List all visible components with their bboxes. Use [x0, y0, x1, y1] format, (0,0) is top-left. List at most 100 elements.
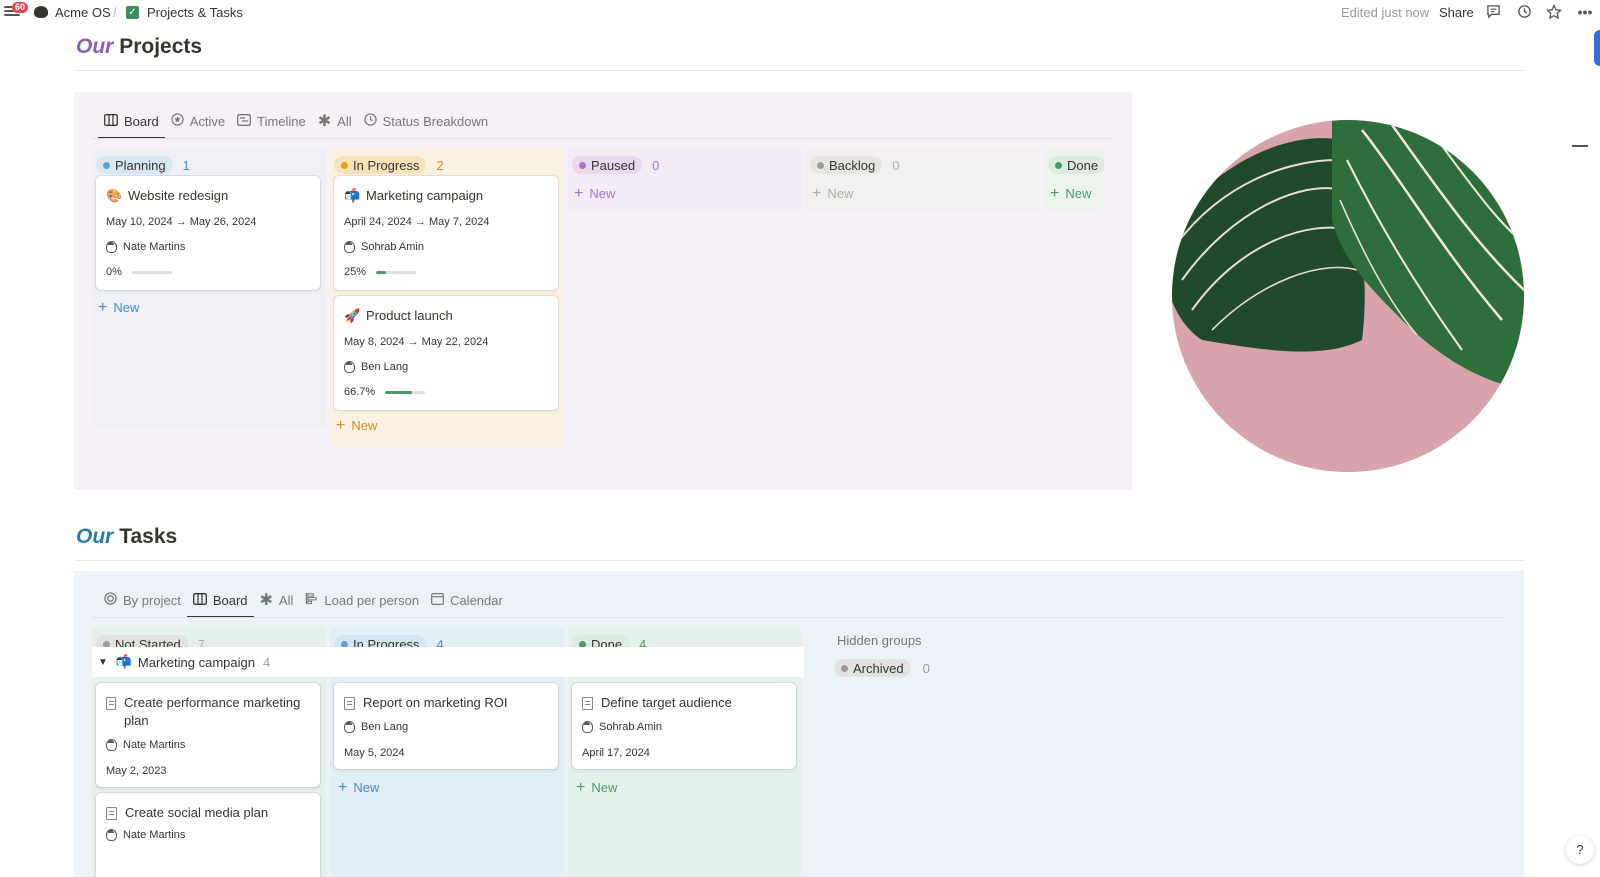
new-project-button[interactable]: + New [336, 417, 378, 434]
task-card[interactable]: Create social media plan Nate Martins [96, 793, 320, 877]
card-title: Website redesign [128, 188, 229, 203]
avatar-icon [344, 241, 355, 253]
status-pill-in-progress[interactable]: In Progress [334, 156, 427, 174]
column-count: 0 [892, 157, 900, 173]
comment-icon[interactable] [1485, 4, 1501, 20]
new-label: New [113, 300, 140, 315]
more-icon[interactable]: ••• [1577, 4, 1593, 20]
toggle-caret-icon[interactable]: ▼ [98, 657, 108, 668]
share-button[interactable]: Share [1439, 5, 1474, 20]
projects-board: Board Active Timeline ✱ All Status Break… [74, 92, 1132, 490]
tab-load-per-person[interactable]: Load per person [299, 585, 425, 615]
tab-status-breakdown[interactable]: Status Breakdown [358, 106, 495, 136]
target-icon [104, 592, 117, 608]
side-panel-tab[interactable] [1594, 30, 1600, 66]
plus-icon: + [812, 185, 822, 202]
new-project-button[interactable]: + New [1050, 185, 1091, 202]
card-title: Marketing campaign [366, 188, 484, 203]
status-pill-paused[interactable]: Paused [572, 156, 643, 174]
status-label: In Progress [353, 157, 420, 173]
card-owner: Ben Lang [361, 361, 409, 373]
progress-bar [385, 390, 426, 394]
card-title: Define target audience [601, 695, 732, 710]
tab-label: Status Breakdown [382, 113, 489, 129]
tasks-view-tabs: By project Board ✱ All Load per person C… [98, 585, 509, 618]
status-pill-done[interactable]: Done [1048, 156, 1104, 174]
status-pill-backlog[interactable]: Backlog [810, 156, 883, 174]
card-title: Report on marketing ROI [363, 695, 508, 710]
avatar-icon [344, 721, 355, 733]
notification-badge: 60 [12, 2, 29, 13]
tasks-board: By project Board ✱ All Load per person C… [74, 571, 1524, 877]
tab-by-project[interactable]: By project [98, 585, 187, 615]
project-card-website-redesign[interactable]: 🎨 Website redesign May 10, 2024 → May 26,… [96, 176, 320, 290]
breadcrumb-page[interactable]: Projects & Tasks [147, 5, 243, 20]
board-icon [104, 113, 118, 129]
tab-all[interactable]: ✱ All [312, 106, 358, 136]
plus-icon: + [1050, 185, 1060, 202]
tab-calendar[interactable]: Calendar [425, 585, 509, 615]
page-icon [344, 697, 355, 710]
tasks-heading: Our Tasks [76, 525, 177, 549]
tab-all[interactable]: ✱ All [254, 585, 300, 615]
avatar-icon [582, 721, 593, 733]
avatar-icon [106, 829, 117, 841]
tasks-heading-text: Tasks [119, 525, 178, 548]
tab-label: By project [123, 592, 181, 608]
project-card-product-launch[interactable]: 🚀 Product launch May 8, 2024 → May 22, 20… [334, 296, 558, 410]
column-count: 0 [922, 660, 930, 676]
page-icon [106, 807, 117, 820]
status-label: Backlog [829, 157, 876, 173]
edited-status: Edited just now [1341, 5, 1430, 20]
card-owner: Nate Martins [123, 829, 186, 841]
card-owner: Nate Martins [123, 241, 186, 253]
new-task-button[interactable]: + New [576, 779, 617, 796]
tab-active[interactable]: Active [165, 106, 231, 136]
help-icon[interactable]: ? [1566, 836, 1594, 864]
progress-label: 0% [106, 266, 122, 278]
task-card[interactable]: Create performance marketing plan Nate M… [96, 683, 320, 787]
outline-marker[interactable] [1572, 145, 1588, 147]
plus-icon: + [576, 779, 586, 796]
column-count: 1 [182, 157, 190, 173]
status-label: Planning [115, 157, 166, 173]
breadcrumb-workspace[interactable]: Acme OS [55, 5, 111, 20]
status-pill-archived[interactable]: Archived [834, 659, 911, 677]
new-project-button[interactable]: + New [812, 185, 853, 202]
tab-label: Calendar [450, 592, 503, 608]
clock-icon [363, 113, 377, 129]
tab-label: All [278, 592, 294, 608]
star-icon[interactable] [1545, 3, 1563, 20]
divider [76, 70, 1524, 71]
new-label: New [351, 418, 378, 433]
status-label: Done [1067, 157, 1099, 173]
page-icon [582, 697, 593, 710]
breadcrumb-separator: / [113, 5, 117, 20]
rocket-icon: 🚀 [344, 308, 361, 323]
card-date: May 5, 2024 [344, 747, 405, 759]
new-task-button[interactable]: + New [338, 780, 380, 796]
tab-board[interactable]: Board [98, 106, 165, 139]
task-card[interactable]: Define target audience Sohrab Amin April… [572, 683, 796, 769]
status-pill-planning[interactable]: Planning [96, 156, 173, 174]
tabs-divider [92, 617, 1502, 618]
tab-board[interactable]: Board [186, 585, 254, 618]
new-label: New [353, 780, 380, 795]
new-project-button[interactable]: + New [98, 300, 140, 316]
avatar-icon [106, 241, 117, 253]
column-count: 0 [652, 157, 660, 173]
project-card-marketing-campaign[interactable]: 📬 Marketing campaign April 24, 2024 → May… [334, 176, 558, 290]
progress-label: 25% [344, 266, 367, 278]
group-row-marketing-campaign[interactable]: ▼ 📬 Marketing campaign 4 [92, 647, 804, 677]
mailbox-icon: 📬 [115, 654, 133, 669]
task-card[interactable]: Report on marketing ROI Ben Lang May 5, … [334, 683, 558, 769]
asterisk-icon: ✱ [317, 113, 332, 130]
plant-cover-image [1172, 120, 1524, 472]
new-project-button[interactable]: + New [574, 186, 616, 202]
plus-icon: + [336, 417, 346, 434]
tab-timeline[interactable]: Timeline [231, 106, 312, 136]
history-icon[interactable] [1516, 4, 1532, 20]
group-label: Marketing campaign [137, 654, 255, 670]
archived-group[interactable]: Archived 0 [834, 659, 930, 677]
new-label: New [589, 186, 616, 201]
